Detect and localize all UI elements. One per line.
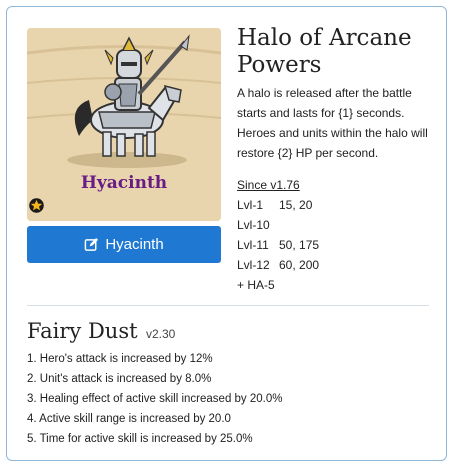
level-row: Lvl-10: [237, 215, 319, 235]
hero-portrait: Hyacinth: [27, 28, 221, 221]
section-divider: [27, 305, 429, 306]
skill-levels: Lvl-1 15, 20 Lvl-10 Lvl-11 50, 175 Lvl-12 6…: [237, 195, 319, 295]
list-item: 3. Healing effect of active skill increa…: [27, 393, 283, 405]
relic-title: Fairy Dust: [27, 319, 138, 343]
list-item: 4. Active skill range is increased by 20…: [27, 413, 231, 425]
skill-description: A halo is released after the battle star…: [237, 86, 428, 160]
level-label: + HA-5: [237, 278, 275, 292]
skill-title-line2: Powers: [237, 52, 322, 78]
relic-version: v2.30: [146, 327, 176, 341]
list-item: 2. Unit's attack is increased by 8.0%: [27, 373, 212, 385]
list-item: 1. Hero's attack is increased by 12%: [27, 353, 213, 365]
level-value: 15, 20: [279, 198, 313, 212]
skill-title-line1: Halo of Arcane: [237, 25, 412, 51]
level-label: Lvl-1: [237, 198, 264, 212]
level-label: Lvl-10: [237, 218, 270, 232]
hero-button-label: Hyacinth: [105, 236, 164, 253]
hero-name: Hyacinth: [80, 173, 168, 193]
list-item: 5. Time for active skill is increased by…: [27, 433, 253, 445]
hero-button[interactable]: Hyacinth: [27, 226, 221, 263]
level-row: Lvl-1 15, 20: [237, 195, 319, 215]
edit-icon: [84, 237, 99, 251]
skill-title: Halo of Arcane Powers: [237, 25, 437, 79]
level-value: 60, 200: [279, 258, 320, 272]
relic-effects-list: 1. Hero's attack is increased by 12% 2. …: [27, 349, 282, 449]
level-value: 50, 175: [279, 238, 320, 252]
hero-skill-card: Hyacinth Hyacinth Halo of Arcane Powers …: [6, 6, 447, 461]
level-row: Lvl-11 50, 175: [237, 235, 319, 255]
level-label: Lvl-11: [237, 238, 269, 252]
level-row: Lvl-12 60, 200: [237, 255, 319, 275]
since-version: Since v1.76: [237, 178, 300, 192]
level-label: Lvl-12: [237, 258, 270, 272]
level-row: + HA-5: [237, 275, 319, 295]
star-icon: [29, 198, 44, 213]
relic-header: Fairy Dust v2.30: [27, 319, 175, 343]
